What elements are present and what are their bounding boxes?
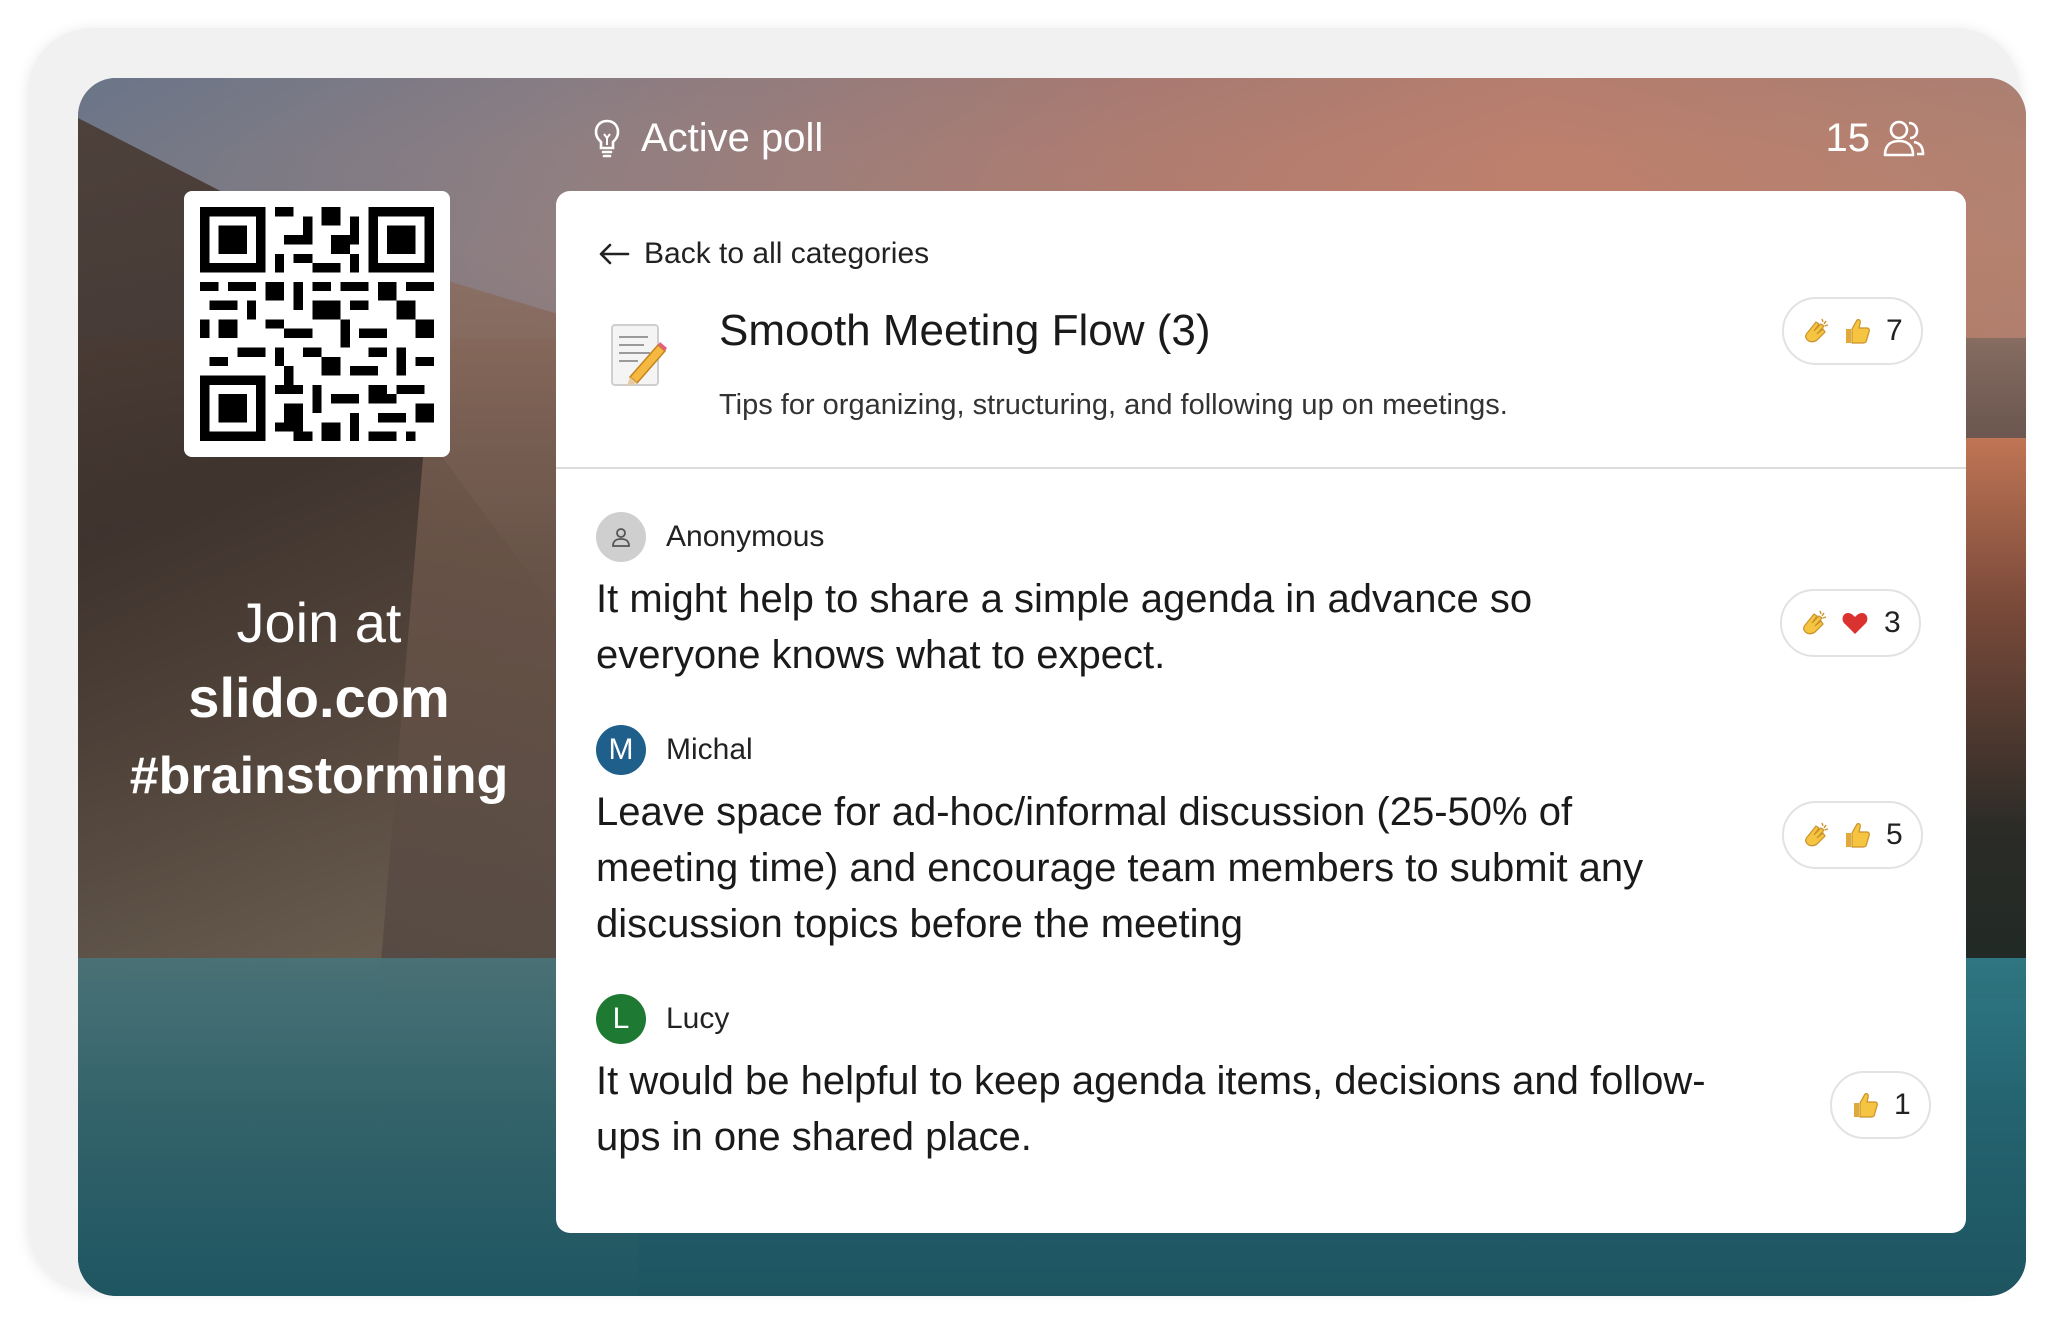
category-title: Smooth Meeting Flow (3) [719,306,1211,355]
category-reactions-button[interactable]: 7 [1782,297,1923,365]
back-to-categories-link[interactable]: Back to all categories [598,233,929,275]
category-description: Tips for organizing, structuring, and fo… [719,389,1508,421]
join-qr-code[interactable] [184,191,450,457]
join-label: Join at [236,591,402,654]
idea-text-line: Leave space for ad-hoc/informal discussi… [596,790,1573,834]
qr-code-image [200,207,434,441]
heart-icon [1842,613,1868,634]
idea-reaction-count: 3 [1884,606,1901,639]
poll-status-title: Active poll [641,115,824,160]
idea-reaction-count: 5 [1886,818,1903,851]
lightbulb-icon [594,119,620,158]
idea-author-name: Michal [666,733,753,766]
idea-reactions-button[interactable]: 3 [1780,589,1921,657]
idea-reactions-button[interactable]: 5 [1782,801,1923,869]
idea-text-line: It would be helpful to keep agenda items… [596,1059,1706,1103]
event-code: #brainstorming [129,747,509,805]
avatar: L [596,994,646,1044]
idea-author: M Michal [596,725,753,775]
idea-text: It might help to share a simple agenda i… [596,571,1532,683]
card-divider [556,467,1966,469]
category-reaction-count: 7 [1886,314,1903,347]
idea-author: Anonymous [596,512,824,562]
anonymous-avatar [596,512,646,562]
idea-author: L Lucy [596,994,729,1044]
poll-status: Active poll [593,114,823,162]
participant-count: 15 [1826,114,1927,162]
thumbs-up-icon [1854,1093,1878,1118]
clap-icon [1803,610,1827,635]
idea-text-line: discussion topics before the meeting [596,902,1244,946]
thumbs-up-icon [1846,319,1870,344]
idea-reactions-button[interactable]: 1 [1830,1071,1931,1139]
back-link-label: Back to all categories [644,237,930,270]
background-lake-reflection [78,958,638,1296]
thumbs-up-icon [1846,823,1870,848]
idea-text-line: everyone knows what to expect. [596,633,1166,677]
idea-reaction-count: 1 [1894,1088,1911,1121]
join-instructions: Join at slido.com #brainstorming [78,588,560,814]
clap-icon [1805,822,1829,847]
idea-author-name: Lucy [666,1002,730,1035]
idea-text: It would be helpful to keep agenda items… [596,1053,1706,1165]
memo-icon [611,324,667,386]
participant-count-value: 15 [1825,115,1871,160]
idea-text-line: It might help to share a simple agenda i… [596,577,1533,621]
idea-author-name: Anonymous [666,520,825,553]
device-frame: Active poll 15 Join at slido.com #brains… [28,28,2026,1296]
ideas-card: Back to all categories Smooth Meeting Fl… [556,191,1966,1233]
avatar: M [596,725,646,775]
presentation-screen: Active poll 15 Join at slido.com #brains… [78,78,2026,1296]
idea-text-line: meeting time) and encourage team members… [596,846,1644,890]
arrow-left-icon [599,243,630,265]
join-url[interactable]: slido.com [78,658,560,738]
idea-text: Leave space for ad-hoc/informal discussi… [596,784,1643,952]
people-icon [1883,120,1925,157]
idea-text-line: ups in one shared place. [596,1115,1032,1159]
person-icon [612,528,630,547]
clap-icon [1805,318,1829,343]
